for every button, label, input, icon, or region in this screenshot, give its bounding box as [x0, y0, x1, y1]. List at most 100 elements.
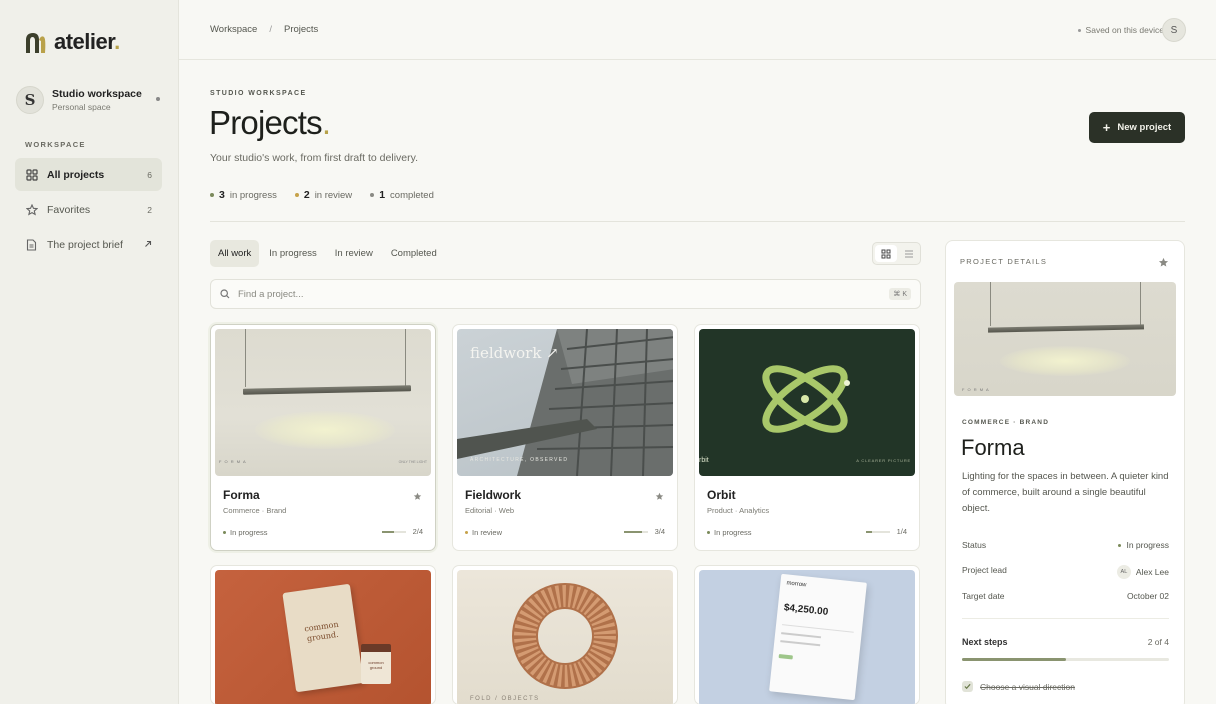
coffee-cup: common ground — [361, 644, 391, 684]
logo[interactable]: atelier. — [22, 29, 120, 55]
project-card-fieldwork[interactable]: fieldwork ↗ ARCHITECTURE, OBSERVED Field… — [452, 324, 678, 551]
project-card-forma[interactable]: F O R M A ONLY THE LIGHT Forma Commerce … — [210, 324, 436, 551]
tab-all-work[interactable]: All work — [210, 240, 260, 267]
logo-text: atelier. — [54, 29, 120, 54]
thumbnail-title: fieldwork ↗ — [470, 344, 559, 362]
sidebar-item-count: 6 — [147, 169, 152, 180]
progress-bar — [623, 530, 648, 533]
checkbox-checked-icon[interactable] — [962, 681, 973, 692]
panel-header: PROJECT DETAILS — [960, 257, 1048, 266]
project-name: Fieldwork — [465, 488, 522, 502]
project-category: COMMERCE · BRAND — [962, 419, 1050, 426]
workspace-menu-icon — [156, 97, 160, 101]
new-project-label: New project — [1117, 122, 1172, 133]
status-badge: In progress — [223, 528, 268, 537]
document-icon — [25, 238, 38, 251]
search-icon — [220, 289, 230, 299]
breadcrumb-workspace[interactable]: Workspace — [210, 24, 257, 35]
next-steps-header: Next steps 2 of 4 — [962, 637, 1169, 647]
tab-completed[interactable]: Completed — [383, 240, 445, 267]
search-bar: ⌘ K — [210, 279, 921, 309]
star-icon — [25, 203, 38, 216]
status-dot-icon — [223, 531, 226, 534]
workspace-name: Studio workspace — [52, 88, 142, 100]
project-thumbnail: F O R M A ONLY THE LIGHT — [215, 329, 431, 476]
project-card-fold[interactable]: FOLD / OBJECTS — [452, 565, 678, 704]
sidebar-section-label: WORKSPACE — [25, 140, 86, 149]
new-project-button[interactable]: + New project — [1089, 112, 1185, 143]
next-step-label: Choose a visual direction — [980, 681, 1075, 692]
project-tags: Product · Analytics — [707, 506, 770, 515]
divider — [210, 221, 1185, 222]
tab-in-review[interactable]: In review — [327, 240, 381, 267]
next-step-item[interactable]: Choose a visual direction — [962, 681, 1075, 692]
workspace-switcher[interactable]: S Studio workspace Personal space — [16, 84, 166, 116]
grid-icon — [881, 249, 891, 258]
invoice-amount: $4,250.00 — [783, 602, 829, 618]
status-badge: In review — [465, 528, 502, 537]
sidebar: atelier. S Studio workspace Personal spa… — [0, 0, 179, 704]
page-subtitle: Your studio's work, from first draft to … — [210, 152, 418, 164]
status-dot-icon — [465, 531, 468, 534]
sidebar-item-project-brief[interactable]: The project brief — [15, 228, 162, 261]
tab-in-progress[interactable]: In progress — [261, 240, 325, 267]
breadcrumb-projects[interactable]: Projects — [284, 24, 318, 35]
user-avatar[interactable]: S — [1162, 18, 1186, 42]
grid-view-button[interactable] — [875, 245, 897, 262]
thumbnail-caption: A CLEARER PICTURE — [856, 458, 911, 463]
star-icon[interactable] — [1158, 255, 1169, 273]
detail-target-date: Target date October 02 — [962, 591, 1169, 601]
detail-project-lead: Project lead AL Alex Lee — [962, 565, 1169, 579]
workspace-subtitle: Personal space — [52, 102, 111, 112]
save-status: Saved on this device — [1077, 25, 1164, 35]
page-title: Projects. — [209, 104, 331, 141]
view-toggle — [872, 242, 921, 265]
status-summary: 3 in progress 2 in review 1 completed — [210, 189, 434, 201]
status-dot-icon — [1077, 28, 1081, 32]
project-name: Forma — [961, 435, 1025, 460]
project-thumbnail: common ground. common ground — [215, 570, 431, 704]
top-bar: Workspace / Projects Saved on this devic… — [179, 0, 1216, 60]
grid-icon — [25, 168, 38, 181]
sidebar-item-favorites[interactable]: Favorites 2 — [15, 193, 162, 226]
sidebar-item-all-projects[interactable]: All projects 6 — [15, 158, 162, 191]
coffee-bag: common ground. — [282, 583, 364, 693]
search-shortcut: ⌘ K — [889, 288, 911, 300]
sidebar-item-label: The project brief — [47, 238, 123, 251]
star-icon[interactable] — [655, 488, 664, 506]
torus-illustration — [512, 583, 618, 689]
project-thumbnail: morrow $4,250.00 — [699, 570, 915, 704]
sidebar-item-count: 2 — [147, 204, 152, 215]
thumbnail-caption: ONLY THE LIGHT — [398, 460, 427, 464]
status-dot-icon — [210, 193, 214, 197]
thumbnail-caption: rbit — [699, 457, 709, 464]
page-eyebrow: STUDIO WORKSPACE — [210, 90, 307, 97]
project-card-common-ground[interactable]: common ground. common ground — [210, 565, 436, 704]
star-icon[interactable] — [413, 488, 422, 506]
project-preview-image: F O R M A — [954, 282, 1176, 396]
stat-in-progress: 3 in progress — [210, 189, 277, 201]
progress-indicator: 1/4 — [865, 527, 907, 536]
progress-bar — [865, 530, 890, 533]
plus-icon: + — [1102, 120, 1111, 135]
project-thumbnail: fieldwork ↗ ARCHITECTURE, OBSERVED — [457, 329, 673, 476]
thumbnail-caption: FOLD / OBJECTS — [470, 696, 540, 702]
cup-label: common ground — [368, 660, 384, 670]
invoice-receipt: morrow $4,250.00 — [769, 573, 867, 701]
save-status-text: Saved on this device — [1085, 25, 1164, 35]
breadcrumb-separator: / — [269, 24, 272, 35]
status-dot-icon — [370, 193, 375, 197]
project-tags: Commerce · Brand — [223, 506, 287, 515]
workspace-avatar: S — [16, 86, 44, 114]
project-thumbnail: FOLD / OBJECTS — [457, 570, 673, 704]
project-card-morrow[interactable]: morrow $4,250.00 — [694, 565, 920, 704]
divider — [962, 618, 1169, 619]
project-card-orbit[interactable]: rbit A CLEARER PICTURE Orbit Product · A… — [694, 324, 920, 551]
filter-tabs: All work In progress In review Completed — [210, 240, 445, 267]
list-view-button[interactable] — [899, 243, 921, 264]
search-input[interactable] — [238, 288, 890, 300]
project-name: Orbit — [707, 488, 736, 502]
detail-status: Status In progress — [962, 540, 1169, 550]
status-dot-icon — [707, 531, 710, 534]
status-dot-icon — [294, 193, 299, 197]
